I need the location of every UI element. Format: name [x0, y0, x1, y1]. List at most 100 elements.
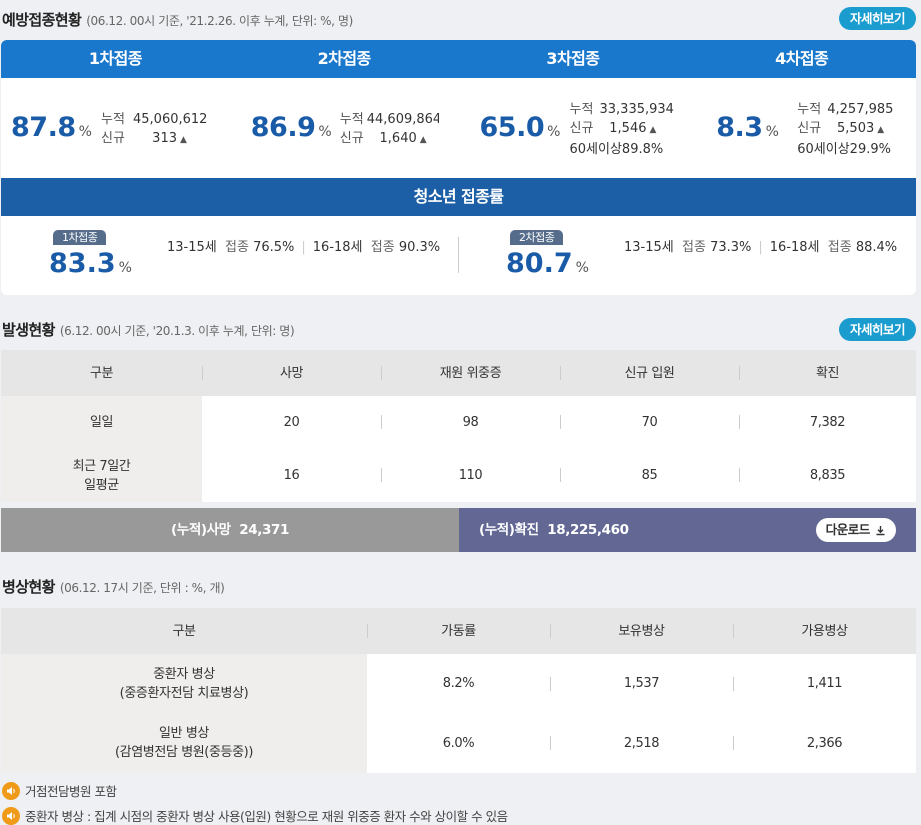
cum-value: 33,335,934: [599, 102, 674, 117]
outbreak-title: 발생현황: [2, 321, 55, 339]
table-cell: 8,835: [809, 468, 846, 483]
dose-header-bar: 1차접종 2차접종 3차접종 4차접종: [1, 40, 916, 78]
outbreak-table: 구분 사망 재원 위중증 신규 입원 확진 일일 20 98 70 7,382 …: [1, 350, 916, 502]
youth-dose-1-rate: 83.3%: [49, 248, 132, 279]
cumulative-confirmed-value: 18,225,460: [547, 522, 629, 538]
cumulative-confirmed-bar: (누적)확진 18,225,460 다운로드: [459, 508, 916, 552]
new-label: 신규: [797, 121, 822, 136]
table-cell: 70: [641, 415, 658, 430]
up-arrow-icon: ▲: [419, 135, 427, 145]
dose-1-rate: 87.8%: [11, 112, 92, 143]
vaccination-header: 예방접종현황 (06.12. 00시 기준, '21.2.26. 이후 누계, …: [2, 9, 353, 30]
col-header-category: 구분: [89, 365, 114, 381]
download-label: 다운로드: [825, 522, 871, 537]
youth-header-bar: 청소년 접종률: [1, 178, 916, 216]
row-label-daily: 일일: [89, 415, 114, 430]
cumulative-confirmed-text: (누적)확진 18,225,460: [479, 508, 629, 552]
new-label: 신규: [569, 121, 594, 136]
download-button[interactable]: 다운로드: [815, 518, 896, 542]
table-cell: 7,382: [809, 415, 846, 430]
note-line-2: 중환자 병상 : 집계 시점의 중환자 병상 사용(입원) 현황으로 재원 위중…: [2, 806, 508, 825]
table-cell: 1,537: [623, 676, 660, 691]
col-header-confirmed: 확진: [815, 365, 840, 381]
new-value: 1,640: [379, 131, 417, 146]
dose-3-label: 3차접종: [546, 49, 600, 68]
col-header-owned-beds: 보유병상: [618, 623, 665, 639]
dose-2-stat: 86.9% 누적 44,609,864 신규 1,640 ▲: [230, 78, 459, 178]
beds-title: 병상현황: [2, 578, 55, 596]
dose-4-rate: 8.3%: [716, 112, 779, 143]
separator: |: [301, 240, 306, 255]
cum-value: 4,257,985: [827, 102, 894, 117]
row-label-general-beds: 일반 병상 (감염병전담 병원(중등중)): [114, 726, 254, 760]
up-arrow-icon: ▲: [649, 125, 657, 135]
dose-1-stat: 87.8% 누적 45,060,612 신규 313 ▲: [1, 78, 230, 178]
new-value: 1,546: [609, 121, 647, 136]
row-label-icu-beds: 중환자 병상 (중증환자전담 치료병상): [119, 666, 249, 701]
vaccination-note: (06.12. 00시 기준, '21.2.26. 이후 누계, 단위: %, …: [86, 14, 353, 28]
cum-label: 누적: [797, 102, 822, 117]
table-cell: 85: [641, 468, 658, 483]
col-header-deaths: 사망: [279, 365, 304, 381]
outbreak-header: 발생현황 (6.12. 00시 기준, '20.1.3. 이후 누계, 단위: …: [2, 319, 295, 340]
dose-3-stat: 65.0% 누적 33,335,934 신규 1,546 ▲ 60세이상89.8%: [459, 78, 688, 178]
senior-rate: 60세이상29.9%: [797, 142, 891, 157]
dose-2-label: 2차접종: [317, 49, 372, 68]
dose-1-label: 1차접종: [88, 49, 143, 68]
col-header-category: 구분: [172, 623, 196, 639]
beds-note: (06.12. 17시 기준, 단위 : %, 개): [59, 581, 225, 595]
dose-3-rate: 65.0%: [479, 112, 561, 143]
youth-dose-2-badge: 2차접종: [510, 230, 564, 245]
new-label: 신규: [101, 131, 125, 146]
cumulative-confirmed-label: (누적)확진: [479, 522, 539, 538]
new-value: 5,503: [837, 121, 875, 136]
youth-divider: [458, 237, 459, 273]
dose-2-rate: 86.9%: [250, 112, 332, 143]
col-header-critical: 재원 위중증: [439, 365, 502, 381]
vaccination-title: 예방접종현황: [2, 11, 82, 29]
speaker-icon: [2, 781, 20, 800]
note-line-1: 거점전담병원 포함: [2, 781, 117, 800]
youth-dose-2-rate: 80.7%: [506, 248, 589, 279]
dose-1-lines: 누적 45,060,612 신규 313 ▲: [101, 110, 207, 150]
row-label-7day-avg: 최근 7일간 일평균: [72, 458, 131, 493]
dose-4-lines: 누적 4,257,985 신규 5,503 ▲ 60세이상29.9%: [797, 100, 893, 159]
table-cell: 2,366: [806, 735, 843, 751]
senior-rate: 60세이상89.8%: [569, 142, 664, 157]
cum-value: 45,060,612: [133, 112, 208, 127]
cumulative-deaths-bar: (누적)사망 24,371: [1, 508, 459, 552]
separator: |: [758, 240, 763, 255]
table-cell: 20: [283, 415, 300, 430]
outbreak-table-header: 구분 사망 재원 위중증 신규 입원 확진: [1, 350, 916, 396]
table-cell: 8.2%: [442, 676, 475, 691]
up-arrow-icon: ▲: [877, 125, 885, 135]
col-header-occupancy: 가동률: [441, 623, 476, 639]
table-cell: 1,411: [806, 676, 843, 691]
table-cell: 16: [283, 468, 300, 483]
beds-table: 구분 가동률 보유병상 가용병상 중환자 병상 (중증환자전담 치료병상) 8.…: [1, 608, 916, 773]
youth-dose-2-detail: 13-15세 접종 73.3% | 16-18세 접종 88.4%: [624, 240, 898, 255]
dose-4-stat: 8.3% 누적 4,257,985 신규 5,503 ▲ 60세이상29.9%: [687, 78, 916, 178]
table-cell: 98: [462, 415, 479, 430]
new-value: 313: [152, 131, 177, 146]
cumulative-deaths-label: (누적)사망: [171, 522, 231, 538]
youth-dose-1-detail: 13-15세 접종 76.5% | 16-18세 접종 90.3%: [167, 240, 441, 255]
cum-value: 44,609,864: [366, 112, 439, 127]
up-arrow-icon: ▲: [180, 135, 187, 145]
table-cell: 110: [458, 468, 483, 483]
col-header-available-beds: 가용병상: [801, 623, 848, 639]
table-cell: 2,518: [623, 735, 660, 751]
dose-3-lines: 누적 33,335,934 신규 1,546 ▲ 60세이상89.8%: [570, 100, 674, 159]
outbreak-detail-button[interactable]: 자세히보기: [838, 318, 916, 341]
cumulative-deaths-value: 24,371: [239, 522, 289, 538]
dose-2-lines: 누적 44,609,864 신규 1,640 ▲: [340, 110, 439, 150]
vaccination-detail-button[interactable]: 자세히보기: [838, 7, 916, 30]
cum-label: 누적: [569, 102, 594, 117]
cum-label: 누적: [339, 112, 364, 127]
outbreak-note: (6.12. 00시 기준, '20.1.3. 이후 누계, 단위: 명): [59, 324, 295, 338]
table-cell: 6.0%: [442, 735, 475, 751]
beds-table-header: 구분 가동률 보유병상 가용병상: [1, 608, 916, 654]
col-header-admissions: 신규 입원: [624, 365, 675, 381]
speaker-icon: [2, 806, 20, 825]
download-icon: [876, 525, 885, 535]
